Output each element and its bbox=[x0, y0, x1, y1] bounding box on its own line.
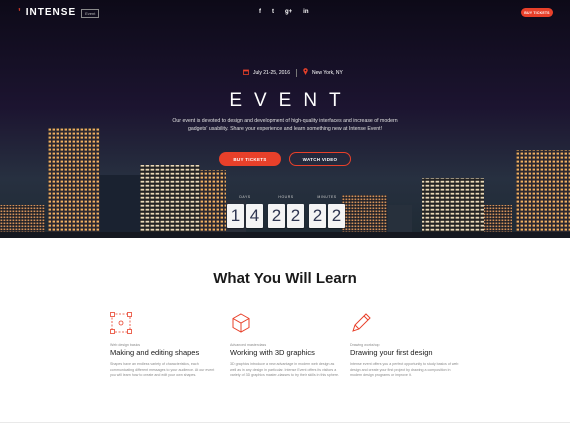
landing-page: ʼ INTENSE Event f t g+ in BUY TICKETS Ju… bbox=[0, 0, 570, 428]
logo-text: INTENSE bbox=[25, 7, 77, 18]
logo-badge: Event bbox=[81, 8, 100, 18]
countdown-label: HOURS bbox=[278, 195, 294, 199]
countdown-digit: 2 bbox=[268, 204, 285, 228]
map-pin-icon bbox=[303, 68, 308, 77]
buy-tickets-button[interactable]: BUY TICKETS bbox=[219, 152, 281, 166]
linkedin-icon[interactable]: in bbox=[303, 8, 308, 16]
feature-kicker: Drawing workshop bbox=[350, 343, 380, 347]
hero-title: EVENT bbox=[229, 90, 353, 111]
social-links: f t g+ in bbox=[259, 8, 309, 16]
event-meta: July 21-25, 2016 New York, NY bbox=[243, 68, 343, 77]
google-plus-icon[interactable]: g+ bbox=[285, 8, 292, 16]
watch-video-button[interactable]: WATCH VIDEO bbox=[289, 152, 351, 166]
event-date: July 21-25, 2016 bbox=[243, 69, 290, 77]
countdown-digit: 2 bbox=[309, 204, 326, 228]
section-divider bbox=[0, 422, 570, 423]
countdown-digit: 4 bbox=[246, 204, 263, 228]
event-date-text: July 21-25, 2016 bbox=[253, 69, 290, 76]
countdown-label: DAYS bbox=[239, 195, 251, 199]
countdown-label: MINUTES bbox=[317, 195, 337, 199]
twitter-icon[interactable]: t bbox=[272, 8, 274, 16]
top-navigation: ʼ INTENSE Event f t g+ in BUY TICKETS bbox=[0, 0, 570, 26]
meta-divider bbox=[295, 68, 297, 77]
hero-section: ʼ INTENSE Event f t g+ in BUY TICKETS Ju… bbox=[0, 0, 570, 238]
feature-text: Intense event offers you a perfect oppor… bbox=[350, 362, 459, 378]
feature-title: Drawing your first design bbox=[350, 348, 433, 357]
event-location: New York, NY bbox=[303, 68, 343, 77]
countdown-digit: 2 bbox=[287, 204, 304, 228]
facebook-icon[interactable]: f bbox=[259, 8, 261, 16]
feature-text: Shapes have an endless variety of charac… bbox=[110, 362, 215, 378]
hero-description: Our event is devoted to design and devel… bbox=[172, 118, 398, 132]
learn-section-title: What You Will Learn bbox=[213, 270, 357, 287]
3d-cube-icon bbox=[232, 313, 250, 333]
site-logo[interactable]: ʼ INTENSE Event bbox=[18, 7, 100, 18]
countdown-digit: 1 bbox=[227, 204, 244, 228]
feature-title: Working with 3D graphics bbox=[230, 348, 315, 357]
feature-kicker: Web design basics bbox=[110, 343, 141, 347]
header-buy-tickets-button[interactable]: BUY TICKETS bbox=[521, 8, 553, 17]
logo-mark-icon: ʼ bbox=[18, 7, 21, 18]
vector-shapes-icon bbox=[110, 312, 132, 334]
countdown-digit: 2 bbox=[328, 204, 345, 228]
event-location-text: New York, NY bbox=[311, 69, 343, 76]
feature-title: Making and editing shapes bbox=[110, 348, 200, 357]
pencil-icon bbox=[352, 313, 371, 332]
calendar-icon bbox=[243, 69, 249, 77]
feature-kicker: Advanced masterclass bbox=[230, 343, 267, 347]
feature-text: 3D graphics introduce a new advantage in… bbox=[230, 362, 340, 378]
